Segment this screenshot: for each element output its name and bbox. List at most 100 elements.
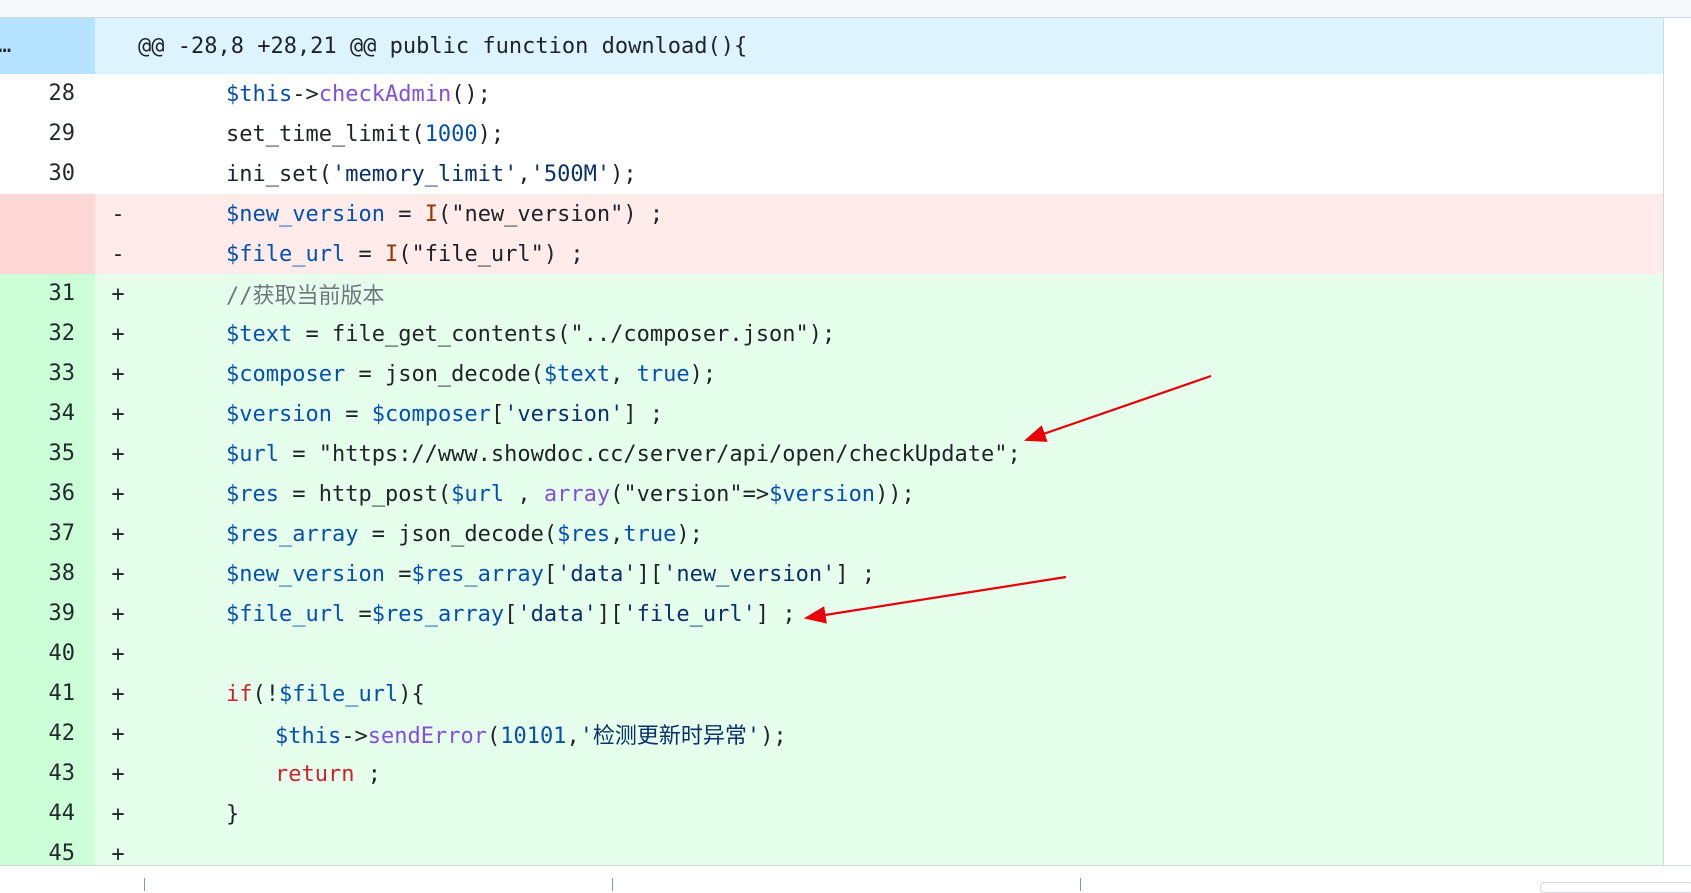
- line-number[interactable]: 32: [0, 314, 95, 354]
- divider-tick: [1080, 878, 1081, 891]
- code-token: $res_array: [226, 521, 359, 547]
- code-token: (!: [252, 681, 280, 707]
- code-token: =: [331, 401, 372, 427]
- code-token: $this: [226, 81, 293, 107]
- line-number[interactable]: 42: [0, 714, 95, 754]
- code-token: );: [610, 161, 637, 187]
- line-number[interactable]: 34: [0, 394, 95, 434]
- code-token: $file_url: [226, 241, 346, 267]
- bottom-bar: [0, 865, 1691, 892]
- line-number[interactable]: 43: [0, 754, 95, 794]
- code-text: $file_url = I("file_url") ;: [141, 242, 584, 267]
- diff-marker: +: [111, 681, 125, 707]
- code-token: ("file_url") ;: [398, 241, 584, 267]
- code-text: $file_url =$res_array['data']['file_url'…: [141, 602, 796, 627]
- code-token: $res: [557, 521, 611, 547]
- code-token: ("version"=>: [610, 481, 770, 507]
- code-token: ][: [636, 561, 664, 587]
- diff-lines: 28 $this->checkAdmin(); 29 set_time_limit(1…: [0, 74, 1663, 874]
- code-token: 'file_url': [623, 601, 756, 627]
- line-number[interactable]: [0, 194, 95, 234]
- line-number[interactable]: 44: [0, 794, 95, 834]
- code-token: if: [226, 681, 253, 707]
- code-token: =: [345, 241, 385, 267]
- code-token: ));: [875, 481, 915, 507]
- line-number[interactable]: 41: [0, 674, 95, 714]
- code-token: $res_array: [411, 561, 544, 587]
- line-number[interactable]: 40: [0, 634, 95, 674]
- code-token: = json_decode(: [345, 361, 544, 387]
- deleted-line: - $file_url = I("file_url") ;: [0, 234, 1663, 274]
- added-line: 40 +: [0, 634, 1663, 674]
- code-token: return: [275, 761, 355, 787]
- line-number[interactable]: 38: [0, 554, 95, 594]
- line-number[interactable]: 39: [0, 594, 95, 634]
- code-token: ->: [292, 81, 319, 107]
- code-token: 'version': [504, 401, 624, 427]
- diff-marker: +: [111, 641, 125, 667]
- expand-hunk-button[interactable]: …: [0, 18, 95, 74]
- code-text: $this->sendError(10101,'检测更新时异常');: [141, 718, 787, 750]
- diff-marker: +: [111, 801, 125, 827]
- code-token: ] ;: [755, 601, 796, 627]
- code-token: = "https://www.showdoc.cc/server/api/ope…: [278, 441, 1021, 467]
- line-number[interactable]: 31: [0, 274, 95, 314]
- line-number[interactable]: 36: [0, 474, 95, 514]
- code-token: I: [424, 201, 438, 227]
- code-token: $new_version: [226, 561, 385, 587]
- diff-marker: +: [111, 601, 125, 627]
- added-line: 41 + if(!$file_url){: [0, 674, 1663, 714]
- code-text: $text = file_get_contents("../composer.j…: [141, 322, 835, 347]
- top-toolbar-strip: [0, 0, 1691, 18]
- code-token: ,: [610, 361, 637, 387]
- code-token: $url: [451, 481, 505, 507]
- code-token: ] ;: [623, 401, 664, 427]
- code-token: '500M': [530, 161, 611, 187]
- code-text: set_time_limit(1000);: [141, 122, 504, 147]
- code-token: $composer: [371, 401, 491, 427]
- code-text: $this->checkAdmin();: [141, 82, 491, 107]
- code-token: $res_array: [371, 601, 505, 627]
- line-number[interactable]: 37: [0, 514, 95, 554]
- code-token: $new_version: [226, 201, 385, 227]
- code-token: [: [490, 401, 505, 427]
- expand-icon[interactable]: …: [0, 35, 11, 57]
- diff-marker: +: [111, 321, 125, 347]
- diff-marker: -: [111, 241, 125, 267]
- code-token: sendError: [367, 724, 487, 749]
- divider-tick: [612, 878, 613, 891]
- code-token: ->: [341, 724, 368, 749]
- line-number[interactable]: 35: [0, 434, 95, 474]
- code-token: $text: [543, 361, 611, 387]
- code-token: ,: [566, 724, 580, 749]
- code-token: I: [384, 241, 399, 267]
- code-token: $this: [275, 724, 342, 749]
- code-token: //获取当前版本: [226, 284, 385, 309]
- line-number[interactable]: 33: [0, 354, 95, 394]
- code-token: ][: [596, 601, 624, 627]
- code-token: $version: [769, 481, 876, 507]
- line-number[interactable]: 30: [0, 154, 95, 194]
- line-number[interactable]: [0, 234, 95, 274]
- context-line: 28 $this->checkAdmin();: [0, 74, 1663, 114]
- added-line: 38 + $new_version =$res_array['data']['new…: [0, 554, 1663, 594]
- code-token: ){: [398, 681, 425, 707]
- code-token: ,: [504, 481, 544, 507]
- diff-marker: +: [111, 721, 125, 747]
- code-text: $new_version =$res_array['data']['new_ve…: [141, 562, 875, 587]
- code-token: $res: [226, 481, 279, 507]
- line-number[interactable]: 28: [0, 74, 95, 114]
- code-token: ] ;: [835, 561, 876, 587]
- code-token: $file_url: [226, 601, 346, 627]
- code-text: return ;: [141, 762, 381, 787]
- code-token: =: [345, 601, 372, 627]
- code-text: $composer = json_decode($text, true);: [141, 362, 716, 387]
- diff-marker: +: [111, 521, 125, 547]
- code-token: );: [689, 361, 717, 387]
- code-token: ,: [610, 521, 624, 547]
- code-token: = http_post(: [278, 481, 452, 507]
- diff-marker: +: [111, 361, 125, 387]
- diff-marker: +: [111, 281, 125, 307]
- line-number[interactable]: 29: [0, 114, 95, 154]
- code-token: 'data': [557, 561, 637, 587]
